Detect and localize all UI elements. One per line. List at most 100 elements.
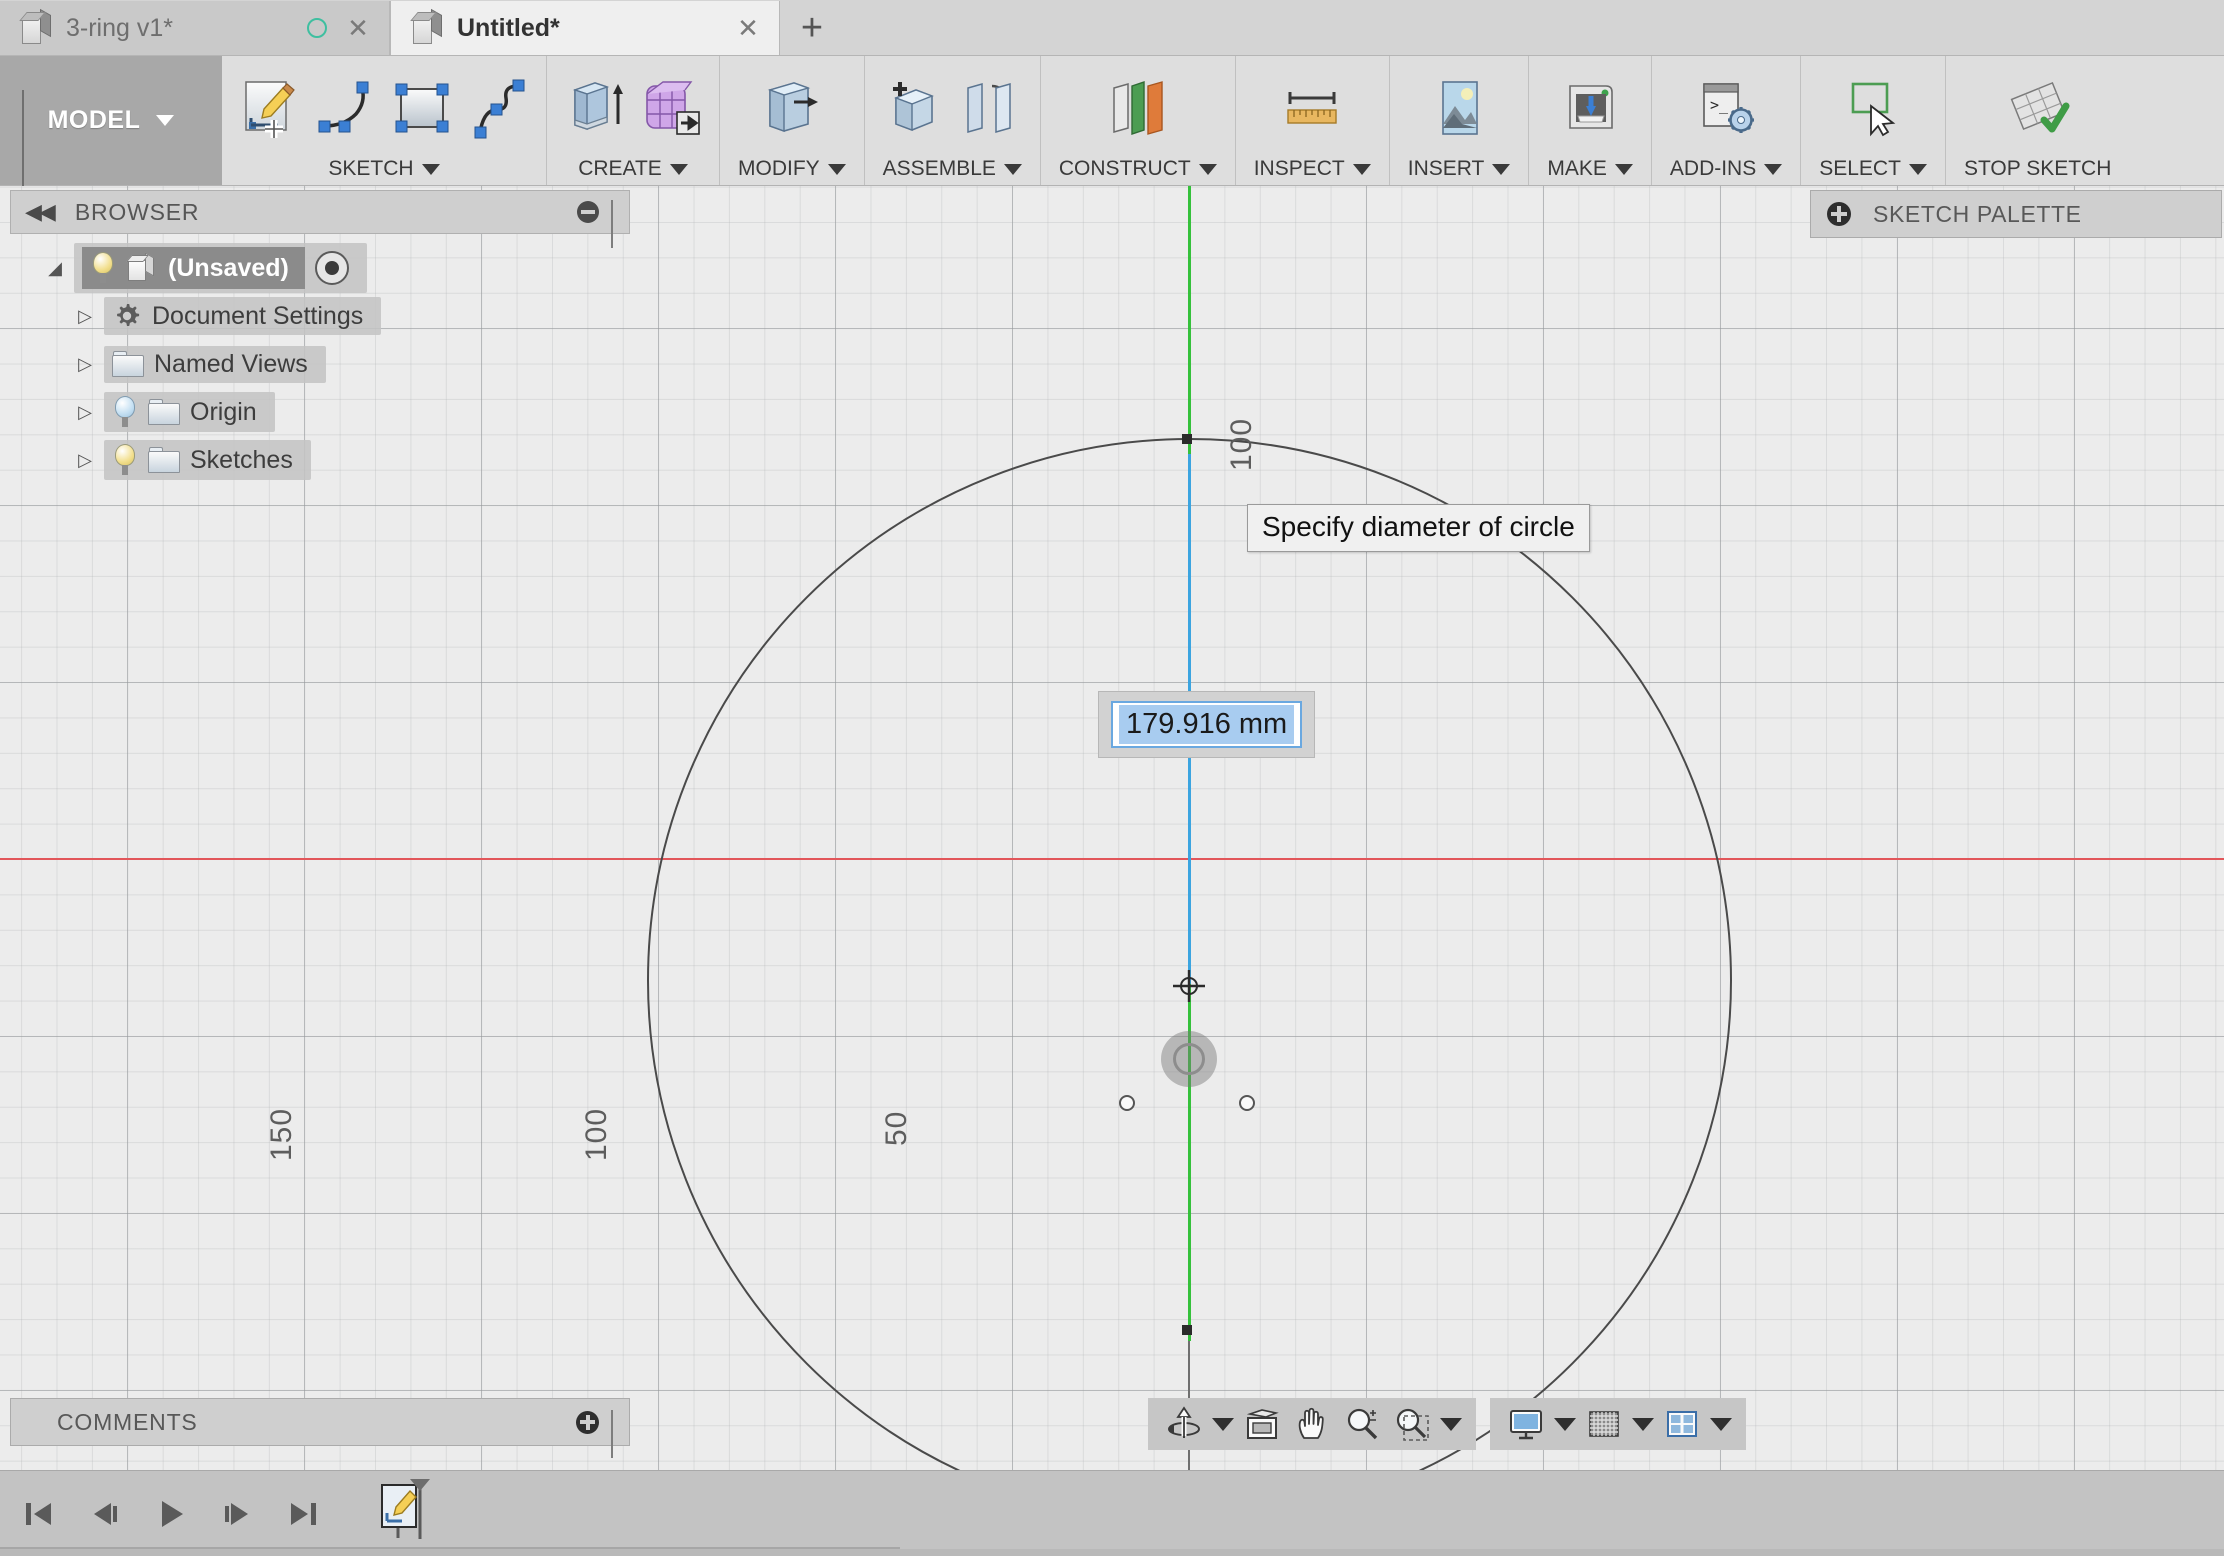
- ribbon-group-create: CREATE: [547, 56, 720, 185]
- folder-icon: [148, 447, 180, 473]
- sketch-circle[interactable]: [647, 438, 1732, 1470]
- minimize-icon[interactable]: [577, 201, 599, 223]
- tree-item-label: Document Settings: [152, 301, 364, 330]
- document-cube-icon: [19, 8, 52, 44]
- tab-bar-filler: [844, 1, 2224, 55]
- sketch-point-left[interactable]: [1119, 1095, 1135, 1111]
- collapse-panel-icon[interactable]: ◀◀: [25, 199, 56, 225]
- panel-resize-grip[interactable]: [611, 1410, 619, 1458]
- ribbon-group-label-select[interactable]: SELECT: [1805, 153, 1941, 185]
- circle-top-point[interactable]: [1182, 434, 1192, 444]
- close-tab-icon[interactable]: ✕: [735, 13, 761, 44]
- timeline-feature-sketch[interactable]: [376, 1473, 466, 1554]
- zoom-icon[interactable]: [1340, 1402, 1384, 1446]
- look-at-icon[interactable]: [1240, 1402, 1284, 1446]
- create-sketch-icon[interactable]: [234, 72, 306, 144]
- tree-item-sketches[interactable]: ▷ Sketches: [10, 436, 630, 484]
- offset-plane-icon[interactable]: [1102, 72, 1174, 144]
- expander-icon[interactable]: ▷: [66, 354, 104, 375]
- ribbon-group-modify: MODIFY: [720, 56, 865, 185]
- visibility-bulb-icon[interactable]: [90, 252, 116, 284]
- tree-item-label: (Unsaved): [168, 253, 289, 282]
- extrude-icon[interactable]: [559, 72, 631, 144]
- drag-grip-icon: [22, 89, 31, 214]
- ribbon-group-label-construct[interactable]: CONSTRUCT: [1045, 153, 1231, 185]
- expander-icon[interactable]: ◢: [36, 258, 74, 279]
- jump-to-beginning-icon[interactable]: [16, 1491, 62, 1537]
- spline-icon[interactable]: [462, 72, 534, 144]
- orbit-icon[interactable]: [1162, 1402, 1206, 1446]
- expander-icon[interactable]: ▷: [66, 450, 104, 471]
- 3d-print-icon[interactable]: [1554, 72, 1626, 144]
- step-back-icon[interactable]: [82, 1491, 128, 1537]
- pan-hand-icon[interactable]: [1290, 1402, 1334, 1446]
- chevron-down-icon: [1198, 163, 1217, 175]
- group-label-text: ASSEMBLE: [882, 157, 996, 180]
- document-tab-active[interactable]: Untitled* ✕: [390, 1, 780, 55]
- chevron-down-icon[interactable]: [1212, 1417, 1234, 1431]
- visibility-bulb-icon[interactable]: [112, 444, 138, 476]
- jump-to-end-icon[interactable]: [280, 1491, 326, 1537]
- ribbon-group-icons: [869, 56, 1036, 153]
- chevron-down-icon[interactable]: [1554, 1417, 1576, 1431]
- ribbon-group-label-assemble[interactable]: ASSEMBLE: [869, 153, 1036, 185]
- origin-point[interactable]: [1173, 1043, 1205, 1075]
- ribbon-group-label-insert[interactable]: INSERT: [1394, 153, 1525, 185]
- ribbon-group-label-inspect[interactable]: INSPECT: [1240, 153, 1385, 185]
- tree-item-unsaved[interactable]: ◢ (Unsaved): [10, 243, 630, 293]
- select-cursor-icon[interactable]: [1837, 72, 1909, 144]
- press-pull-icon[interactable]: [756, 72, 828, 144]
- close-tab-icon[interactable]: ✕: [345, 13, 371, 44]
- workspace-switcher[interactable]: MODEL: [0, 56, 222, 214]
- dimension-input-field[interactable]: 179.916 mm: [1111, 701, 1303, 748]
- box-primitive-icon[interactable]: [635, 72, 707, 144]
- ribbon-group-label-make[interactable]: MAKE: [1533, 153, 1647, 185]
- step-forward-icon[interactable]: [214, 1491, 260, 1537]
- ribbon-group-label-create[interactable]: CREATE: [551, 153, 715, 185]
- chevron-down-icon[interactable]: [1710, 1417, 1732, 1431]
- component-cube-icon: [126, 252, 156, 282]
- play-icon[interactable]: [148, 1491, 194, 1537]
- grid-snap-icon[interactable]: [1582, 1402, 1626, 1446]
- expander-icon[interactable]: ▷: [66, 402, 104, 423]
- arc-icon[interactable]: [310, 72, 382, 144]
- chevron-down-icon[interactable]: [1632, 1417, 1654, 1431]
- zoom-window-icon[interactable]: [1390, 1402, 1434, 1446]
- group-label-text: CREATE: [578, 157, 662, 180]
- expand-palette-icon[interactable]: [1827, 202, 1851, 226]
- tree-item-document-settings[interactable]: ▷ Document Settings: [10, 292, 630, 340]
- ribbon-group-label-sketch[interactable]: SKETCH: [226, 153, 542, 185]
- viewports-icon[interactable]: [1660, 1402, 1704, 1446]
- ribbon-group-label-modify[interactable]: MODIFY: [724, 153, 860, 185]
- comments-panel[interactable]: COMMENTS: [10, 1398, 630, 1458]
- measure-icon[interactable]: [1276, 72, 1348, 144]
- new-component-icon[interactable]: [878, 72, 950, 144]
- tree-item-chip: Named Views: [104, 345, 326, 383]
- insert-canvas-icon[interactable]: [1423, 72, 1495, 144]
- new-tab-button[interactable]: +: [780, 1, 844, 55]
- panel-resize-grip[interactable]: [611, 200, 619, 248]
- display-settings-icon[interactable]: [1504, 1402, 1548, 1446]
- chevron-down-icon: [1614, 163, 1633, 175]
- stop-sketch-icon[interactable]: [2002, 72, 2074, 144]
- tree-item-named-views[interactable]: ▷ Named Views: [10, 340, 630, 388]
- tree-item-origin[interactable]: ▷ Origin: [10, 388, 630, 436]
- ribbon-group-sketch: SKETCH: [222, 56, 547, 185]
- dimension-input-box[interactable]: 179.916 mm: [1098, 691, 1316, 758]
- expander-icon[interactable]: ▷: [66, 306, 104, 327]
- ribbon-group-label-addins[interactable]: ADD-INS: [1656, 153, 1796, 185]
- tab-label: 3-ring v1*: [66, 13, 173, 42]
- chevron-down-icon[interactable]: [1440, 1417, 1462, 1431]
- visibility-bulb-icon[interactable]: [112, 396, 138, 428]
- ribbon-group-label-stop-sketch[interactable]: STOP SKETCH: [1950, 153, 2125, 185]
- sketch-point-right[interactable]: [1239, 1095, 1255, 1111]
- document-tab-inactive[interactable]: 3-ring v1* ✕: [0, 1, 390, 55]
- add-comment-icon[interactable]: [576, 1410, 599, 1434]
- joint-icon[interactable]: [954, 72, 1026, 144]
- sketch-palette-panel[interactable]: SKETCH PALETTE: [1810, 190, 2222, 238]
- activate-component-radio[interactable]: [314, 251, 349, 285]
- scripts-addins-icon[interactable]: >_: [1690, 72, 1762, 144]
- rectangle-icon[interactable]: [386, 72, 458, 144]
- circle-bottom-point[interactable]: [1182, 1325, 1192, 1335]
- group-label-text: SKETCH: [328, 157, 414, 180]
